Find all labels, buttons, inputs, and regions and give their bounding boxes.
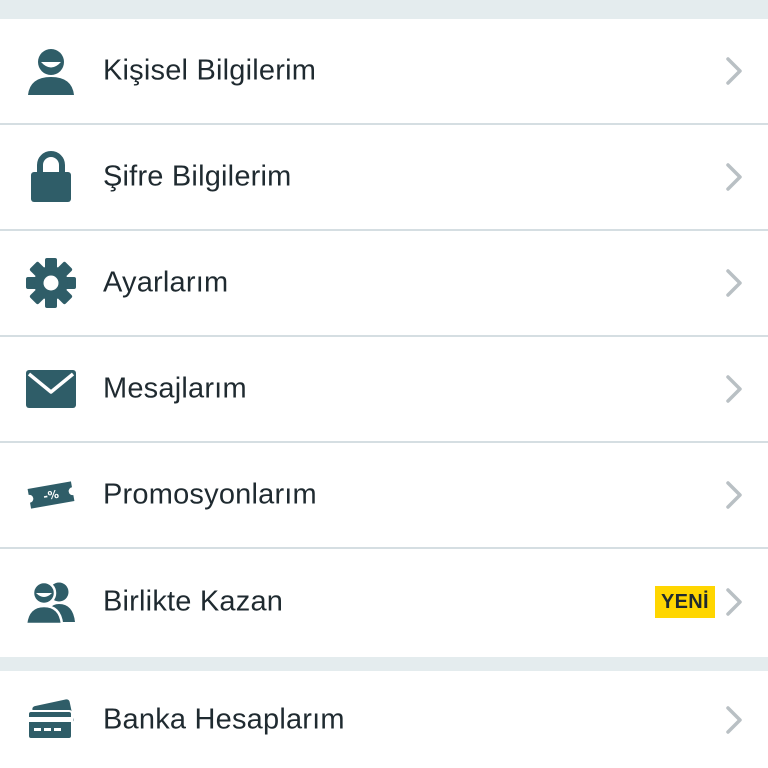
credit-card-icon xyxy=(24,693,78,747)
menu-item-bank-accounts[interactable]: Banka Hesaplarım xyxy=(0,671,768,768)
chevron-right-icon xyxy=(720,159,748,195)
new-badge: YENİ xyxy=(655,586,715,618)
lock-icon xyxy=(24,150,78,204)
menu-item-label: Şifre Bilgilerim xyxy=(103,160,292,193)
bank-menu-group: Banka Hesaplarım xyxy=(0,671,768,768)
chevron-right-icon xyxy=(720,265,748,301)
menu-item-earn-together[interactable]: Birlikte Kazan YENİ xyxy=(0,549,768,655)
gear-icon xyxy=(24,256,78,310)
promo-ticket-text: -% xyxy=(42,488,60,504)
promo-ticket-icon: -% xyxy=(24,468,78,522)
account-menu-screen: Kişisel Bilgilerim Şifre Bilgilerim Ayar… xyxy=(0,0,768,768)
user-icon xyxy=(24,44,78,98)
chevron-right-icon xyxy=(720,702,748,738)
menu-item-label: Birlikte Kazan xyxy=(103,585,284,618)
menu-item-label: Ayarlarım xyxy=(103,266,229,299)
menu-item-label: Banka Hesaplarım xyxy=(103,703,345,735)
menu-item-promotions[interactable]: -% Promosyonlarım xyxy=(0,443,768,549)
menu-item-label: Kişisel Bilgilerim xyxy=(103,54,317,87)
account-menu-group: Kişisel Bilgilerim Şifre Bilgilerim Ayar… xyxy=(0,19,768,657)
menu-item-personal-info[interactable]: Kişisel Bilgilerim xyxy=(0,19,768,125)
chevron-right-icon xyxy=(720,584,748,620)
menu-item-settings[interactable]: Ayarlarım xyxy=(0,231,768,337)
menu-item-password-info[interactable]: Şifre Bilgilerim xyxy=(0,125,768,231)
envelope-icon xyxy=(24,362,78,416)
menu-item-messages[interactable]: Mesajlarım xyxy=(0,337,768,443)
menu-item-label: Mesajlarım xyxy=(103,372,247,405)
chevron-right-icon xyxy=(720,53,748,89)
menu-item-label: Promosyonlarım xyxy=(103,478,317,511)
chevron-right-icon xyxy=(720,371,748,407)
chevron-right-icon xyxy=(720,477,748,513)
users-icon xyxy=(24,575,78,629)
